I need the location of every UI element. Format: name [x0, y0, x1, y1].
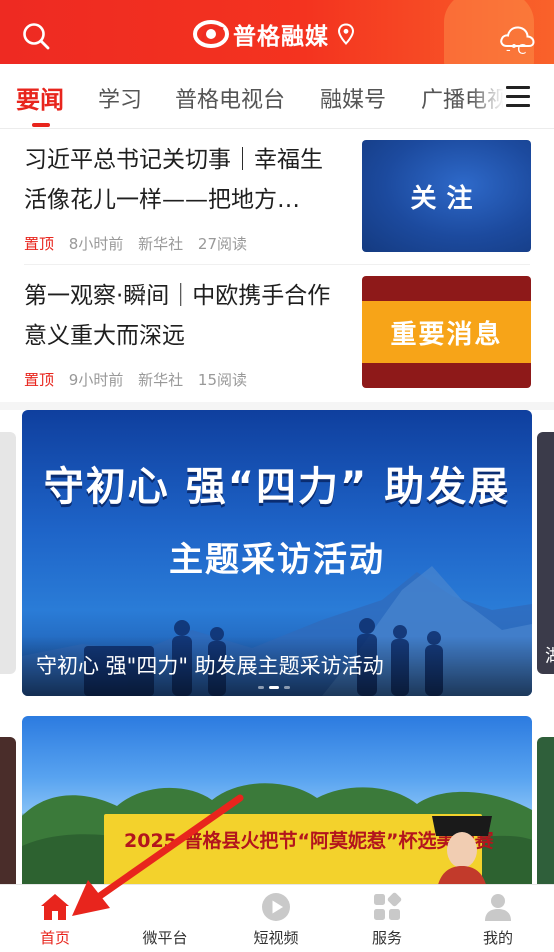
- section-gap: [0, 402, 554, 410]
- nav-home[interactable]: 首页: [0, 885, 110, 952]
- news-source: 新华社: [138, 371, 184, 389]
- weather-temperature: -°C: [506, 43, 527, 58]
- category-tabs: 要闻 学习 普格电视台 融媒号 广播电视: [0, 64, 554, 130]
- channel-menu-button[interactable]: [506, 86, 530, 108]
- tab-rongmeihao[interactable]: 融媒号: [320, 82, 386, 114]
- carousel-indicator: [258, 686, 295, 689]
- banner-carousel[interactable]: 守初心 强“四力” 助发展 主题采访活动 守初心 强"四力" 助发展主题采访活动: [22, 410, 532, 696]
- app-header: 普格融媒 -°C: [0, 0, 554, 64]
- nav-home-label: 首页: [39, 929, 70, 947]
- thumbnail-text: 关注: [410, 183, 483, 214]
- nav-short-video-label: 短视频: [253, 929, 299, 947]
- active-tab-indicator: [32, 123, 50, 127]
- grid-icon: [374, 892, 402, 920]
- nav-short-video[interactable]: 短视频: [221, 885, 331, 952]
- micro-platform-icon: [149, 891, 181, 923]
- tab-puge-tv[interactable]: 普格电视台: [175, 82, 285, 114]
- menu-icon-bar: [506, 95, 530, 98]
- news-title: 习近平总书记关切事｜幸福生活像花儿一样——把地方…: [24, 147, 323, 213]
- nav-services[interactable]: 服务: [332, 885, 442, 952]
- news-source: 新华社: [138, 235, 184, 253]
- carousel-dot[interactable]: [284, 686, 290, 689]
- nav-profile[interactable]: 我的: [443, 885, 553, 952]
- logo-text: 普格融媒: [233, 24, 329, 50]
- tabs-divider: [0, 128, 554, 129]
- logo-icon: [193, 20, 229, 48]
- banner-subheadline: 主题采访活动: [169, 540, 385, 580]
- tab-xuexi[interactable]: 学习: [98, 82, 142, 114]
- banner-caption: 守初心 强"四力" 助发展主题采访活动: [36, 654, 384, 678]
- news-meta: 置顶 8小时前 新华社 27阅读: [24, 233, 257, 254]
- nav-profile-label: 我的: [482, 929, 513, 947]
- nav-services-label: 服务: [371, 929, 402, 947]
- carousel-next-peek[interactable]: 湖: [537, 432, 554, 674]
- news-item[interactable]: 习近平总书记关切事｜幸福生活像花儿一样——把地方… 置顶 8小时前 新华社 27…: [0, 130, 554, 266]
- pinned-badge: 置顶: [24, 235, 55, 253]
- location-pin-icon[interactable]: [337, 23, 355, 45]
- news-time: 8小时前: [68, 235, 124, 253]
- news-time: 9小时前: [68, 371, 124, 389]
- news-thumbnail: 关注: [362, 140, 531, 252]
- contestant-portrait: [432, 816, 492, 892]
- carousel-dot-active[interactable]: [269, 686, 279, 689]
- menu-icon-bar: [506, 104, 530, 107]
- news-meta: 置顶 9小时前 新华社 15阅读: [24, 369, 257, 390]
- news-item[interactable]: 第一观察·瞬间｜中欧携手合作意义重大而深远 置顶 9小时前 新华社 15阅读 重…: [0, 266, 554, 402]
- news-title: 第一观察·瞬间｜中欧携手合作意义重大而深远: [24, 283, 331, 349]
- search-icon[interactable]: [20, 20, 52, 52]
- row-divider: [24, 264, 530, 265]
- card-next-peek[interactable]: [537, 737, 554, 887]
- news-reads: 27阅读: [197, 235, 248, 253]
- event-card[interactable]: 2025 普格县火把节“阿莫妮惹”杯选美大赛: [22, 716, 532, 892]
- app-logo: 普格融媒: [193, 18, 355, 50]
- news-thumbnail: 重要消息: [362, 276, 531, 388]
- nav-micro-platform-label: 微平台: [142, 929, 188, 947]
- tabs-fade: [470, 64, 504, 130]
- bottom-navigation: 首页 微平台 短视频 服务 我的: [0, 884, 554, 952]
- banner-headline: 守初心 强“四力” 助发展: [43, 464, 511, 510]
- news-reads: 15阅读: [197, 371, 248, 389]
- play-icon: [262, 893, 290, 921]
- carousel-prev-peek[interactable]: [0, 432, 16, 674]
- menu-icon-bar: [506, 86, 530, 89]
- nav-micro-platform[interactable]: 微平台: [110, 885, 220, 952]
- next-slide-caption-fragment: 湖: [545, 642, 554, 668]
- user-icon: [485, 894, 511, 921]
- pinned-badge: 置顶: [24, 371, 55, 389]
- carousel-dot[interactable]: [258, 686, 264, 689]
- home-icon: [41, 894, 69, 920]
- tab-yaowen[interactable]: 要闻: [16, 80, 64, 115]
- card-prev-peek[interactable]: [0, 737, 16, 887]
- thumbnail-text: 重要消息: [390, 319, 503, 350]
- thumbnail-band: 重要消息: [362, 301, 531, 363]
